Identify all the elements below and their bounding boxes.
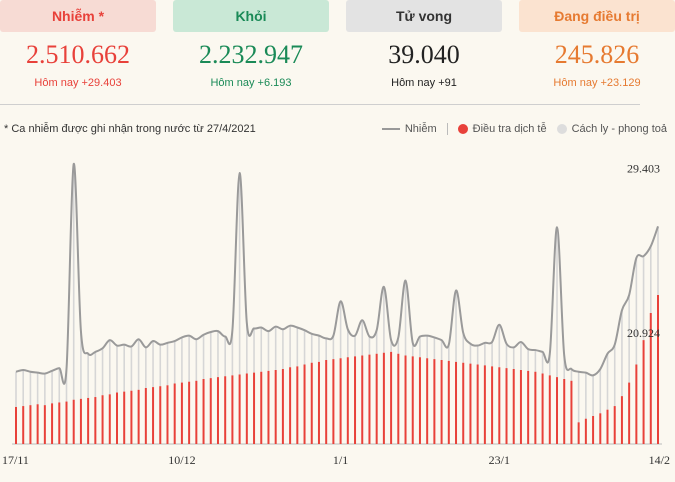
card-treating-value: 245.826 [554,40,640,69]
card-infected[interactable]: Nhiễm * 2.510.662 Hôm nay +29.403 [0,0,156,89]
legend-infected[interactable]: Nhiễm [381,123,437,135]
legend-infected-label: Nhiễm [404,123,437,135]
card-infected-today: Hôm nay +29.403 [34,77,122,89]
chart-legend: Nhiễm Điều tra dịch tễ Cách ly - phong t… [372,123,667,135]
stat-cards: Nhiễm * 2.510.662 Hôm nay +29.403 Khỏi 2… [0,0,675,110]
card-recovered[interactable]: Khỏi 2.232.947 Hôm nay +6.193 [173,0,329,89]
line-swatch-icon [381,128,400,130]
card-deaths-today: Hôm nay +91 [391,77,457,89]
legend-quarantine-label: Cách ly - phong toả [571,123,667,135]
card-recovered-label: Khỏi [173,0,329,32]
infected-total-line [15,163,659,385]
legend-epi-label: Điều tra dịch tễ [472,123,547,135]
grey-dot-icon [556,124,567,134]
divider [0,104,640,105]
x-tick-label: 1/1 [333,453,348,467]
card-treating-today: Hôm nay +23.129 [553,77,641,89]
x-tick-label: 17/11 [2,453,29,467]
legend-separator [446,123,448,135]
red-dot-icon [457,124,468,134]
card-deaths-value: 39.040 [388,40,460,69]
x-tick-label: 14/2 [649,453,670,467]
card-treating-label: Đang điều trị [519,0,675,32]
card-recovered-today: Hôm nay +6.193 [210,77,292,89]
footnote: * Ca nhiễm được ghi nhận trong nước từ 2… [4,123,256,135]
card-treating[interactable]: Đang điều trị 245.826 Hôm nay +23.129 [519,0,675,89]
card-recovered-value: 2.232.947 [199,40,303,69]
legend-epi[interactable]: Điều tra dịch tễ [457,123,547,135]
card-deaths[interactable]: Tử vong 39.040 Hôm nay +91 [346,0,502,89]
card-infected-label: Nhiễm * [0,0,156,32]
annotation-total: 29.403 [627,161,660,175]
card-infected-value: 2.510.662 [26,40,130,69]
cases-chart[interactable]: 29.403 20.924 17/11 10/12 1/1 23/1 14/2 [0,140,675,482]
legend-quarantine[interactable]: Cách ly - phong toả [556,123,667,135]
x-tick-label: 10/12 [168,453,195,467]
card-deaths-label: Tử vong [346,0,502,32]
x-tick-label: 23/1 [489,453,510,467]
annotation-epi: 20.924 [627,326,660,340]
